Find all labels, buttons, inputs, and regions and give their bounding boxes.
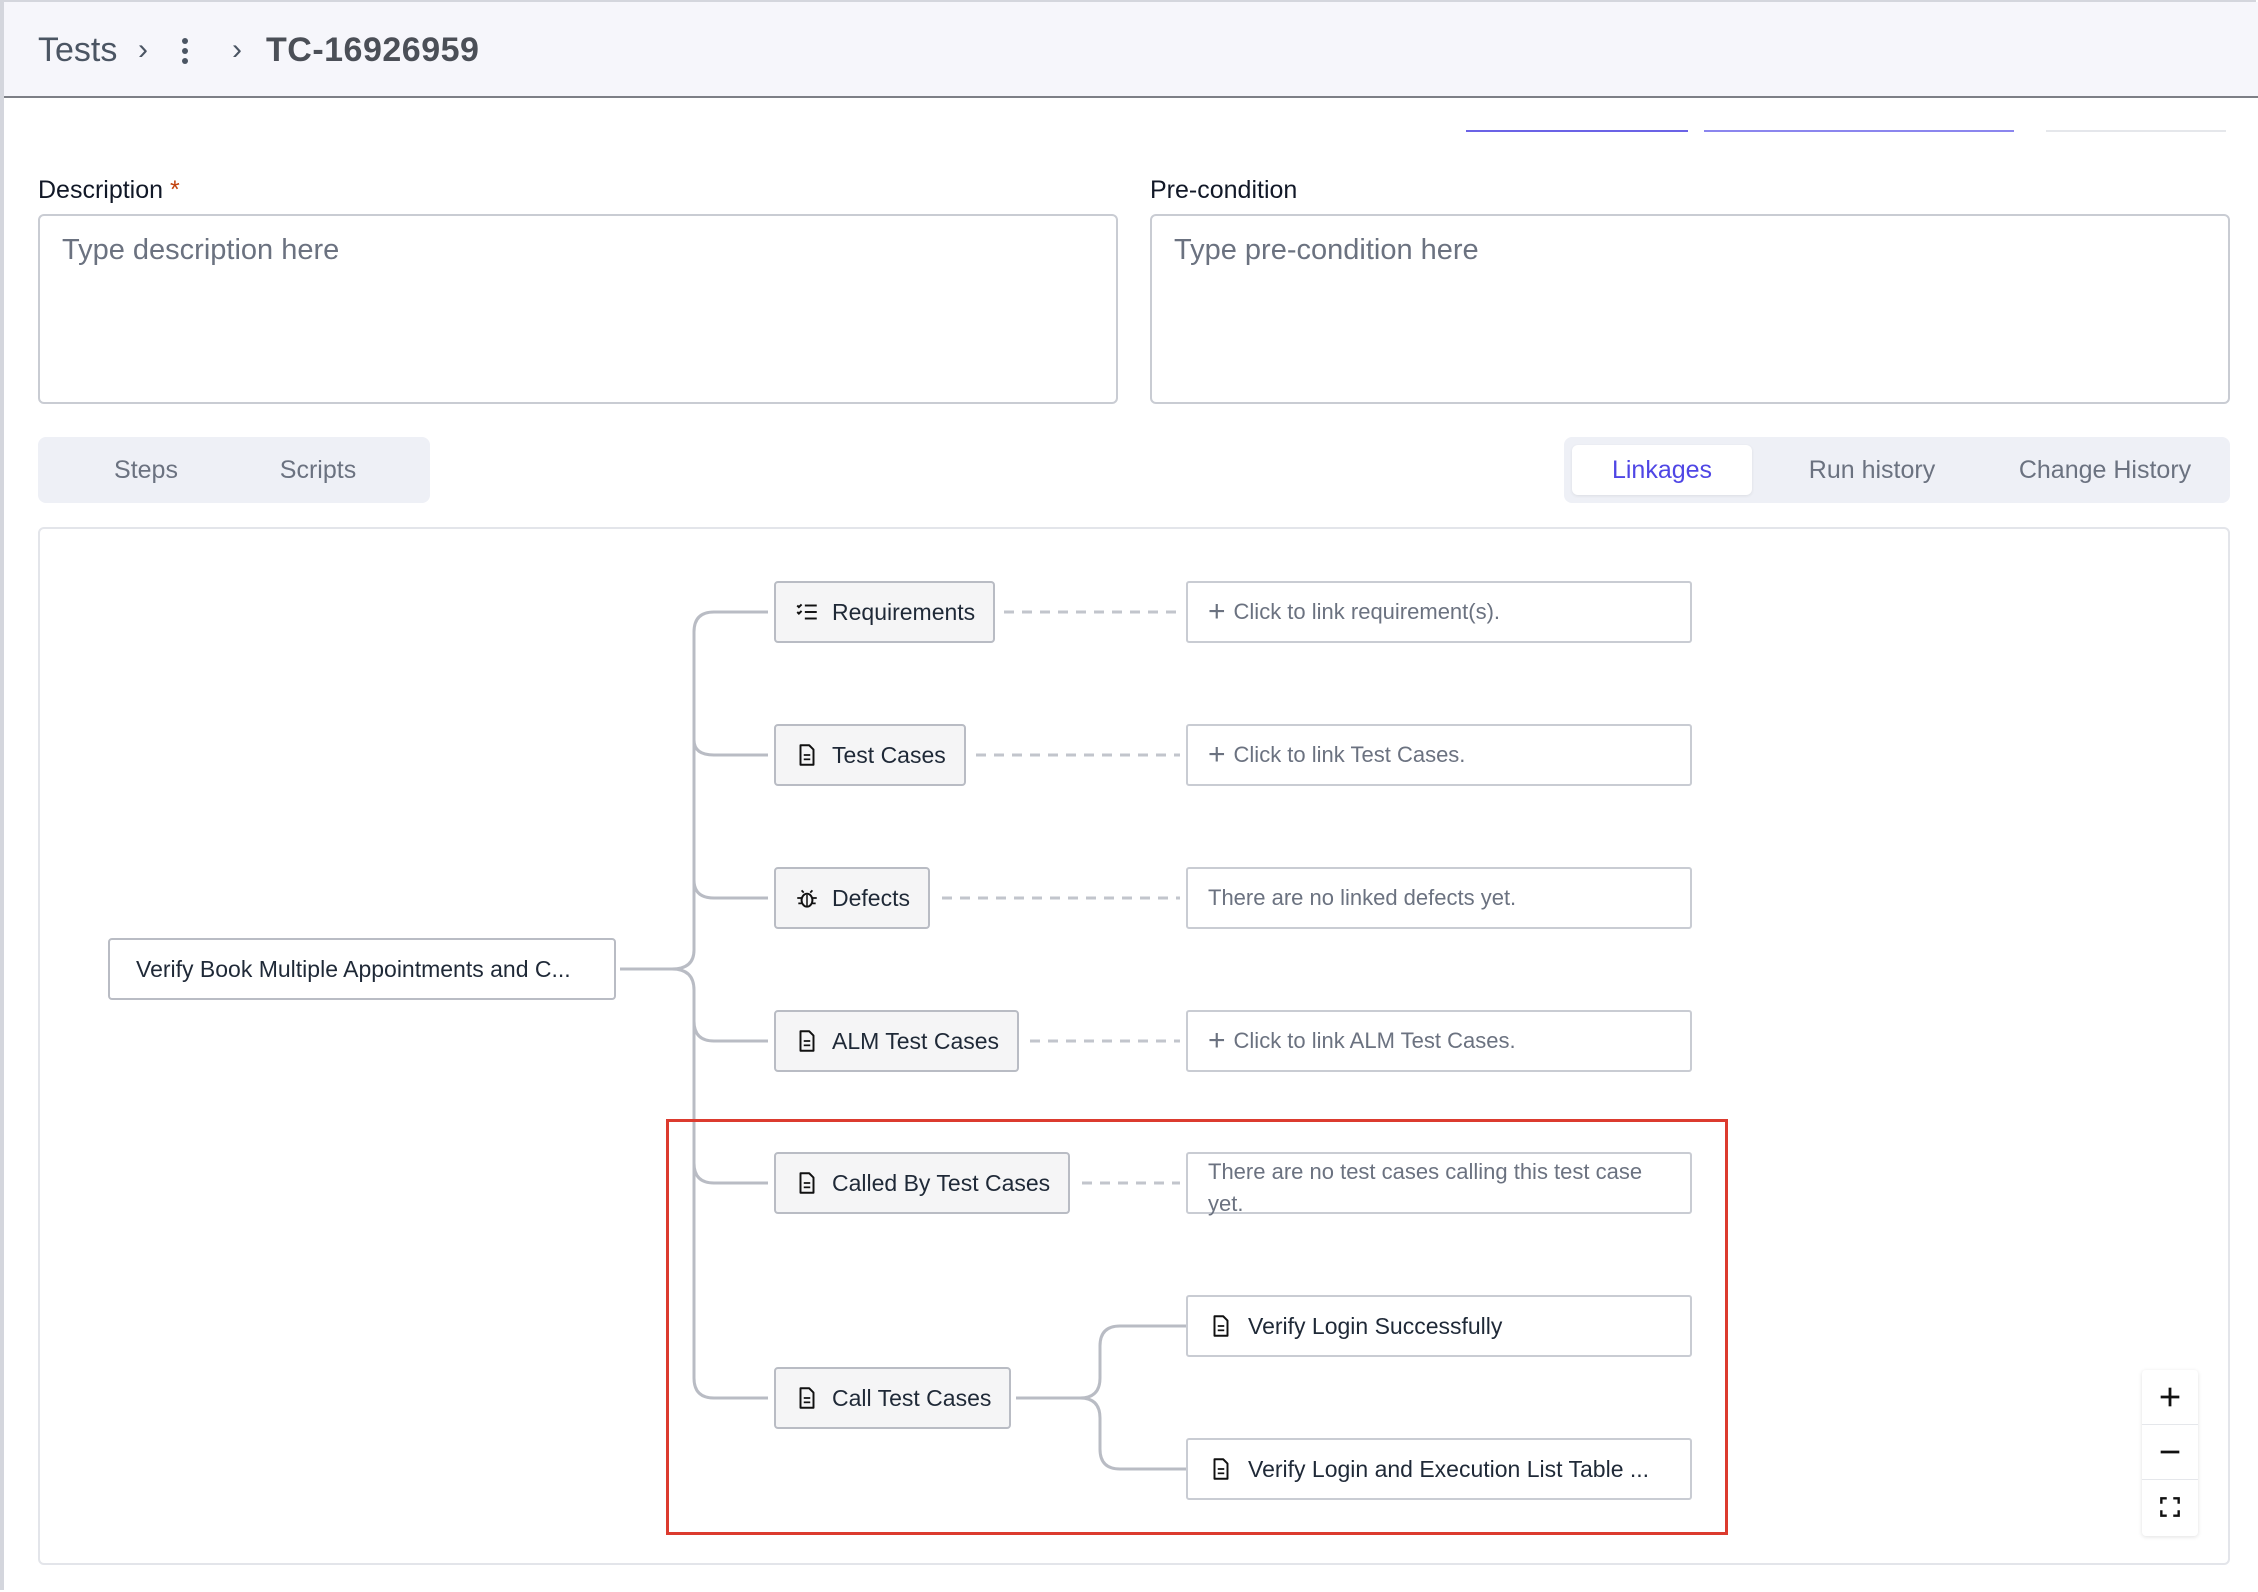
requirements-node[interactable]: Requirements — [774, 581, 996, 643]
alm-test-cases-node[interactable]: ALM Test Cases — [774, 1010, 1020, 1072]
checklist-icon — [796, 603, 817, 620]
scrolled-tab-indicator — [2046, 130, 2226, 132]
alm-test-cases-label: ALM Test Cases — [832, 1027, 1000, 1054]
scrolled-tab-indicator — [1466, 130, 1688, 132]
description-field[interactable]: Type description here — [38, 214, 1118, 404]
zoom-in-icon — [2160, 1387, 2180, 1407]
plus-icon: + — [1208, 1024, 1226, 1057]
root-test-case-node[interactable]: Verify Book Multiple Appointments and C.… — [108, 938, 616, 1000]
link-test-cases-button[interactable]: + Click to link Test Cases. — [1186, 724, 1692, 786]
fit-screen-icon — [2160, 1497, 2180, 1517]
link-test-cases-text: Click to link Test Cases. — [1233, 742, 1466, 767]
bug-icon — [797, 889, 817, 908]
annotation-highlight-box — [666, 1119, 1728, 1535]
link-requirements-text: Click to link requirement(s). — [1233, 599, 1501, 624]
zoom-out-icon — [2160, 1450, 2180, 1454]
zoom-out-button[interactable] — [2142, 1425, 2198, 1480]
link-alm-test-cases-button[interactable]: + Click to link ALM Test Cases. — [1186, 1010, 1692, 1072]
zoom-in-button[interactable] — [2142, 1370, 2198, 1425]
document-icon — [799, 1030, 815, 1052]
description-placeholder: Type description here — [62, 234, 340, 266]
breadcrumb: Tests › › TC-16926959 — [4, 2, 2258, 98]
description-label-text: Description — [38, 176, 164, 204]
link-requirements-button[interactable]: + Click to link requirement(s). — [1186, 581, 1692, 643]
defects-empty-text: There are no linked defects yet. — [1208, 885, 1517, 910]
requirements-label: Requirements — [832, 598, 976, 625]
link-alm-test-cases-text: Click to link ALM Test Cases. — [1233, 1028, 1516, 1053]
tab-scripts[interactable]: Scripts — [238, 445, 398, 495]
scrolled-tab-indicator — [1704, 130, 2014, 132]
plus-icon: + — [1208, 738, 1226, 771]
steps-scripts-tabs: Steps Scripts — [38, 437, 430, 503]
linkage-history-tabs: Linkages Run history Change History — [1564, 437, 2230, 503]
document-icon — [799, 744, 815, 766]
plus-icon: + — [1208, 595, 1226, 628]
precondition-label: Pre-condition — [1150, 176, 1298, 204]
tab-run-history[interactable]: Run history — [1764, 445, 1980, 495]
required-marker: * — [170, 176, 180, 204]
more-options-icon[interactable] — [182, 38, 190, 64]
precondition-field[interactable]: Type pre-condition here — [1150, 214, 2230, 404]
breadcrumb-current: TC-16926959 — [266, 31, 480, 69]
defects-node[interactable]: Defects — [774, 867, 930, 929]
zoom-controls — [2142, 1370, 2198, 1536]
chevron-right-icon: › — [232, 33, 242, 66]
tab-steps[interactable]: Steps — [66, 445, 226, 495]
precondition-placeholder: Type pre-condition here — [1174, 234, 1479, 266]
tab-change-history[interactable]: Change History — [1988, 445, 2222, 495]
tab-linkages[interactable]: Linkages — [1572, 445, 1752, 495]
defects-empty-state: There are no linked defects yet. — [1186, 867, 1692, 929]
chevron-right-icon: › — [138, 33, 148, 66]
fit-screen-button[interactable] — [2142, 1480, 2198, 1534]
test-cases-node[interactable]: Test Cases — [774, 724, 966, 786]
test-cases-label: Test Cases — [832, 741, 946, 768]
defects-label: Defects — [832, 884, 910, 911]
breadcrumb-tests-link[interactable]: Tests — [38, 2, 117, 98]
description-label: Description * — [38, 176, 180, 205]
